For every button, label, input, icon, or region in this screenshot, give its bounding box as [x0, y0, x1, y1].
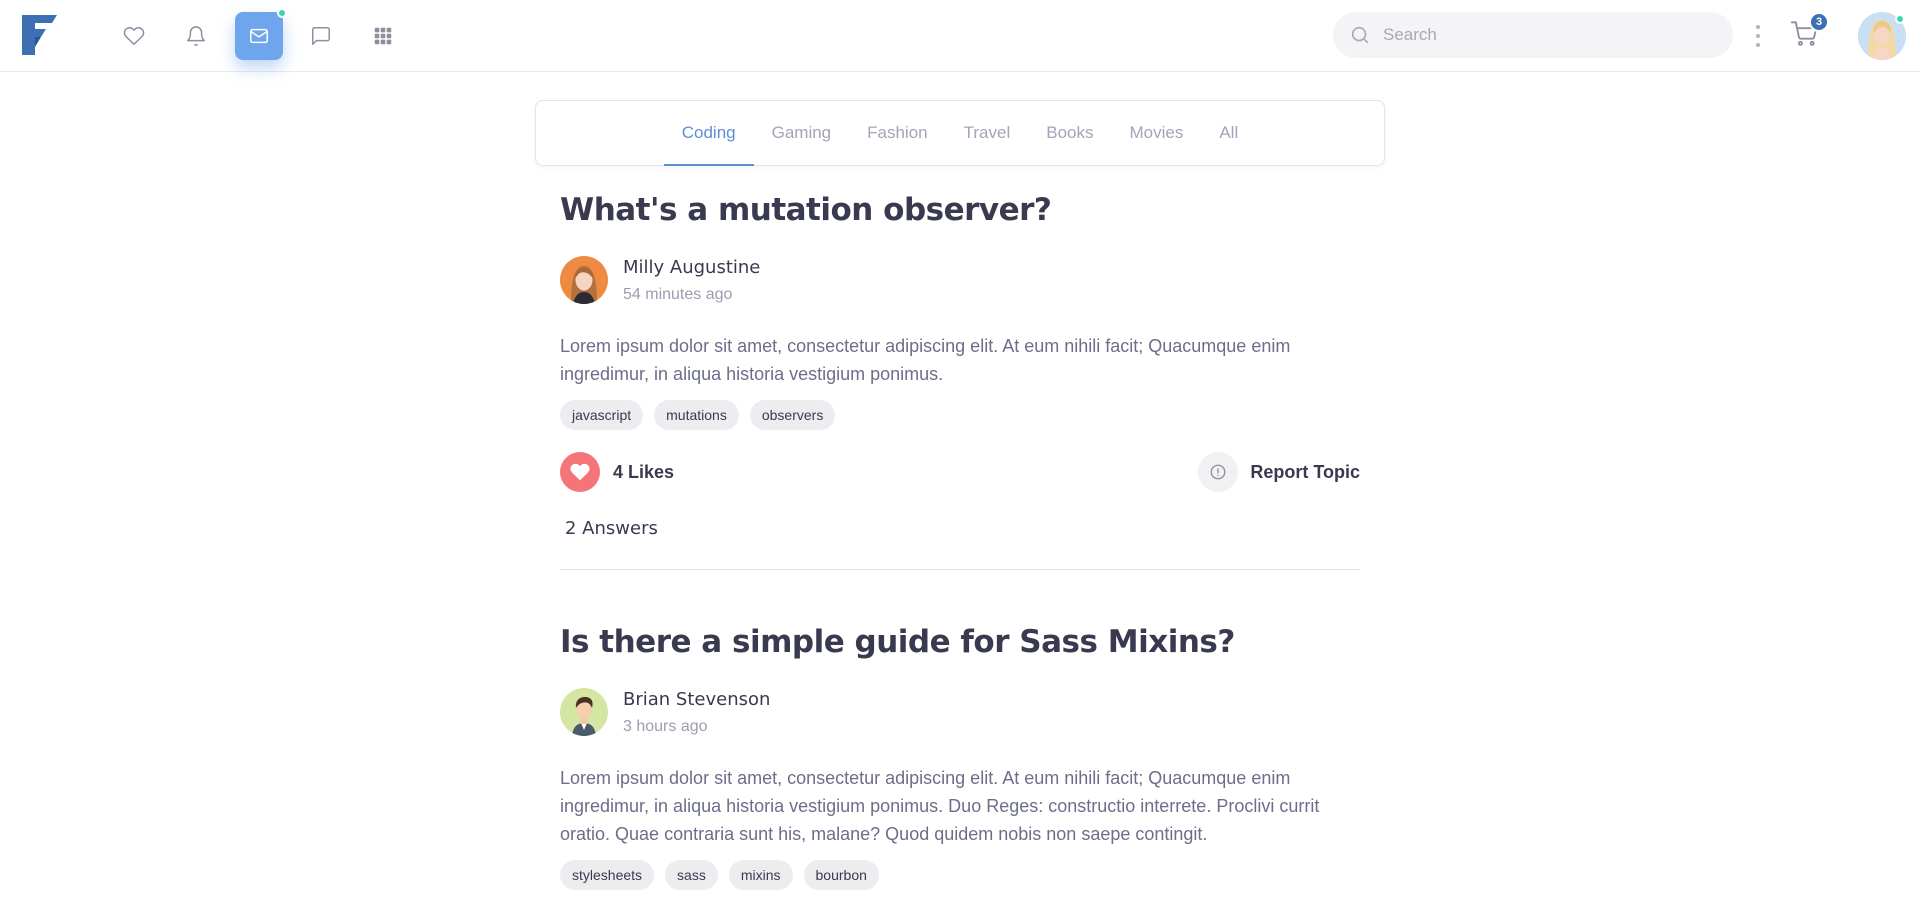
tab-coding[interactable]: Coding [663, 101, 754, 166]
cart-button[interactable]: 3 [1790, 12, 1829, 52]
topic-body: Lorem ipsum dolor sit amet, consectetur … [560, 768, 1320, 844]
like-button[interactable] [560, 452, 600, 492]
author-avatar-image [560, 256, 608, 304]
notifications-button[interactable] [172, 12, 220, 60]
post-timestamp: 54 minutes ago [623, 285, 733, 303]
top-navbar: 3 [0, 0, 1920, 72]
tag[interactable]: observers [749, 400, 836, 430]
bell-icon [187, 26, 205, 46]
topic-author: Milly Augustine 54 minutes ago [560, 256, 1360, 304]
tab-movies[interactable]: Movies [1111, 101, 1201, 165]
tab-fashion[interactable]: Fashion [849, 101, 945, 165]
topic-card: What's a mutation observer? Milly August… [560, 192, 1360, 570]
topic-title[interactable]: Is there a simple guide for Sass Mixins? [560, 624, 1360, 660]
author-avatar-image [560, 688, 608, 736]
alert-circle-icon [1198, 452, 1239, 492]
heart-filled-icon [570, 463, 590, 481]
message-indicator-dot [277, 8, 287, 18]
apps-button[interactable] [359, 12, 407, 60]
search-input[interactable] [1383, 25, 1713, 45]
topic-body: Lorem ipsum dolor sit amet, consectetur … [560, 336, 1291, 384]
tab-all[interactable]: All [1201, 101, 1256, 165]
tag[interactable]: bourbon [803, 860, 879, 890]
category-tabs: Coding Gaming Fashion Travel Books Movie… [535, 100, 1385, 166]
avatar[interactable] [560, 256, 608, 304]
chat-button[interactable] [297, 12, 345, 60]
cart-count-badge: 3 [1809, 12, 1829, 32]
topic-title[interactable]: What's a mutation observer? [560, 192, 1360, 228]
apps-grid-icon [374, 27, 392, 45]
online-status-dot [1895, 14, 1905, 24]
dot-icon [1756, 43, 1760, 47]
heart-icon [123, 27, 145, 45]
tag[interactable]: stylesheets [560, 860, 655, 890]
tag-list: stylesheets sass mixins bourbon [560, 860, 1360, 890]
tab-travel[interactable]: Travel [946, 101, 1029, 165]
tag[interactable]: mutations [654, 400, 739, 430]
search-bar[interactable] [1333, 12, 1733, 58]
messages-button[interactable] [235, 8, 287, 60]
tag-list: javascript mutations observers [560, 400, 1360, 430]
mail-icon [250, 28, 268, 44]
chat-icon [312, 27, 330, 45]
post-timestamp: 3 hours ago [623, 717, 708, 735]
answers-count-link[interactable]: 2 Answers [565, 518, 1360, 539]
tag[interactable]: javascript [560, 400, 644, 430]
report-topic-button[interactable]: Report Topic [1198, 452, 1360, 492]
logo-icon[interactable] [22, 15, 57, 55]
more-options-button[interactable] [1750, 23, 1766, 49]
author-name[interactable]: Brian Stevenson [623, 689, 770, 710]
dot-icon [1756, 34, 1760, 38]
author-name[interactable]: Milly Augustine [623, 257, 760, 278]
tag[interactable]: mixins [728, 860, 793, 890]
likes-count: 4 Likes [613, 462, 675, 482]
tag[interactable]: sass [665, 860, 718, 890]
tab-gaming[interactable]: Gaming [754, 101, 850, 165]
topic-author: Brian Stevenson 3 hours ago [560, 688, 1360, 736]
avatar[interactable] [560, 688, 608, 736]
topic-actions: 4 Likes Report Topic [560, 452, 1360, 492]
dot-icon [1756, 25, 1760, 29]
topic-card: Is there a simple guide for Sass Mixins?… [560, 624, 1360, 890]
search-icon [1351, 26, 1369, 44]
tab-books[interactable]: Books [1028, 101, 1111, 165]
topic-divider [560, 569, 1360, 570]
report-topic-label: Report Topic [1250, 461, 1360, 482]
favorites-button[interactable] [110, 12, 158, 60]
